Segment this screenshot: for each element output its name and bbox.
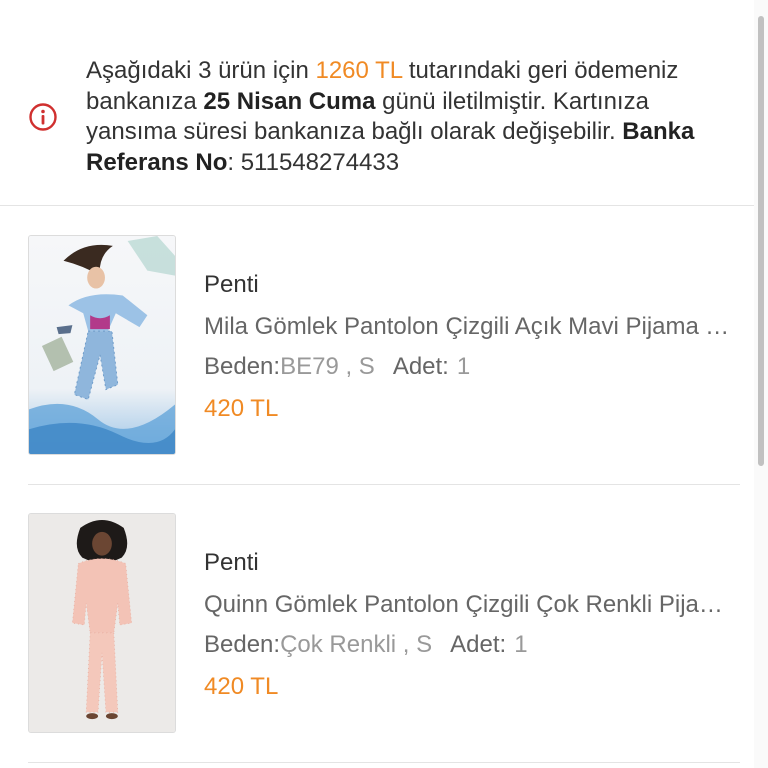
product-brand: Penti [204, 549, 259, 576]
product-brand: Penti [204, 271, 259, 298]
refund-amount: 1260 TL [315, 57, 403, 84]
product-item[interactable]: Penti Quinn Gömlek Pantolon Çizgili Çok … [28, 485, 740, 763]
product-image[interactable] [28, 235, 176, 455]
product-item[interactable]: Penti Mila Gömlek Pantolon Çizgili Açık … [28, 207, 740, 485]
refund-notice-text: Aşağıdaki 3 ürün için 1260 TL tutarındak… [86, 56, 736, 178]
scrollbar[interactable] [754, 0, 768, 768]
size-label: Beden: [204, 631, 281, 658]
product-meta: Beden:Çok Renkli , S Adet: 1 [204, 631, 528, 659]
notice-text-intro: Aşağıdaki 3 ürün için [86, 57, 316, 84]
info-circle-icon [29, 103, 57, 131]
quantity-label: Adet: [450, 631, 507, 658]
size-value: BE79 , S [280, 353, 375, 380]
quantity-value: 1 [456, 353, 471, 380]
product-price: 420 TL [204, 673, 279, 700]
product-name[interactable]: Mila Gömlek Pantolon Çizgili Açık Mavi P… [204, 313, 736, 341]
refund-date: 25 Nisan Cuma [203, 87, 376, 115]
quantity-label: Adet: [392, 353, 449, 380]
size-label: Beden: [204, 353, 281, 380]
scrollbar-thumb[interactable] [758, 16, 764, 466]
product-name[interactable]: Quinn Gömlek Pantolon Çizgili Çok Renkli… [204, 591, 736, 619]
quantity-value: 1 [514, 631, 528, 658]
product-meta: Beden:BE79 , S Adet: 1 [204, 353, 470, 381]
size-value: Çok Renkli , S [280, 631, 433, 658]
bank-reference-value: : 511548274433 [227, 148, 400, 176]
refund-notice: Aşağıdaki 3 ürün için 1260 TL tutarındak… [0, 0, 754, 206]
product-price: 420 TL [204, 395, 279, 422]
product-image[interactable] [28, 513, 176, 733]
